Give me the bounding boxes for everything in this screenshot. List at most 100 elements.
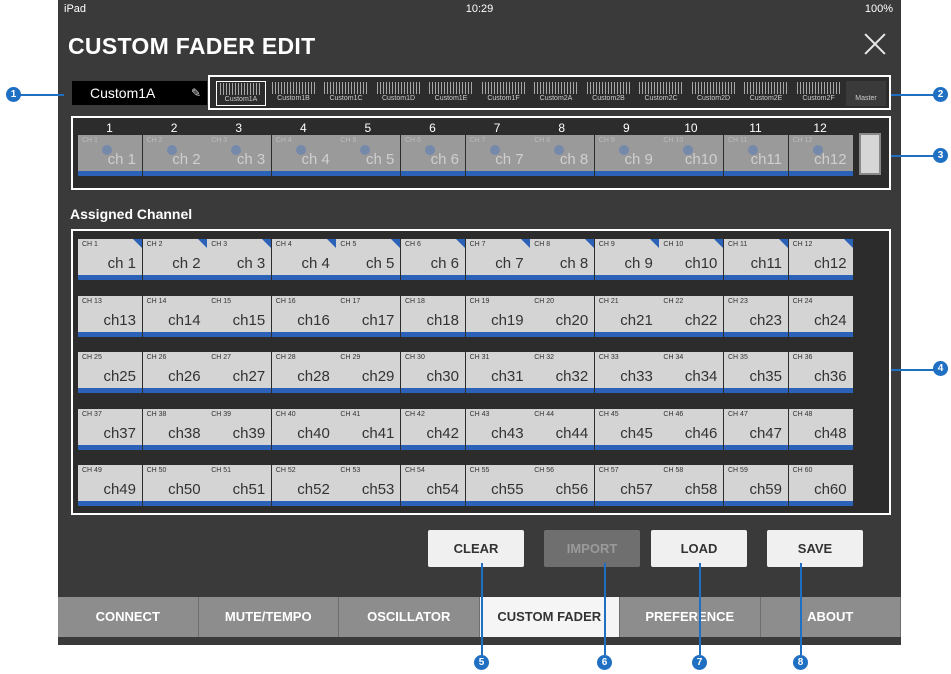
assigned-channel-button[interactable]: CH 25 ch25 xyxy=(78,352,142,393)
assigned-channel-button[interactable]: CH 15 ch15 xyxy=(207,295,272,337)
assigned-channel-button[interactable]: CH 27 ch27 xyxy=(207,352,272,393)
bank-custom2d[interactable]: Custom2D xyxy=(689,81,739,106)
assigned-channel-button[interactable]: CH 8 ch 8 xyxy=(530,239,595,280)
assigned-channel-button[interactable]: CH 19 ch19 xyxy=(465,295,530,337)
assigned-channel-button[interactable]: CH 24 ch24 xyxy=(788,295,853,337)
assigned-channel-button[interactable]: CH 14 ch14 xyxy=(142,295,207,337)
bank-custom2e[interactable]: Custom2E xyxy=(741,81,791,106)
assigned-channel-button[interactable]: CH 39 ch39 xyxy=(207,408,272,450)
assigned-channel-button[interactable]: CH 40 ch40 xyxy=(271,408,336,450)
tab-mute-tempo[interactable]: MUTE/TEMPO xyxy=(199,597,339,637)
assigned-channel-button[interactable]: CH 7 ch 7 xyxy=(465,239,530,280)
assigned-channel-button[interactable]: CH 51 ch51 xyxy=(207,465,272,506)
assigned-channel-button[interactable]: CH 9 ch 9 xyxy=(594,239,659,280)
assigned-channel-button[interactable]: CH 41 ch41 xyxy=(336,408,401,450)
assigned-channel-button[interactable]: CH 16 ch16 xyxy=(271,295,336,337)
fader-channel-button[interactable]: CH 8 ch 8 xyxy=(530,135,595,176)
assigned-channel-button[interactable]: CH 1 ch 1 xyxy=(78,239,142,280)
bank-master[interactable]: Master xyxy=(846,81,886,106)
fader-channel-button[interactable]: CH 10 ch10 xyxy=(659,135,724,176)
assigned-channel-button[interactable]: CH 52 ch52 xyxy=(271,465,336,506)
clear-button[interactable]: CLEAR xyxy=(428,530,524,567)
fader-channel-button[interactable]: CH 4 ch 4 xyxy=(271,135,336,176)
name-field[interactable]: Custom1A ✎ xyxy=(72,81,207,105)
assigned-channel-button[interactable]: CH 23 ch23 xyxy=(724,295,788,337)
fader-channel-button[interactable]: CH 7 ch 7 xyxy=(465,135,530,176)
assigned-channel-button[interactable]: CH 36 ch36 xyxy=(788,352,853,393)
assigned-channel-button[interactable]: CH 55 ch55 xyxy=(465,465,530,506)
assigned-channel-button[interactable]: CH 29 ch29 xyxy=(336,352,401,393)
assigned-channel-button[interactable]: CH 43 ch43 xyxy=(465,408,530,450)
assigned-channel-button[interactable]: CH 18 ch18 xyxy=(401,295,465,337)
assigned-channel-button[interactable]: CH 58 ch58 xyxy=(659,465,724,506)
assigned-channel-button[interactable]: CH 2 ch 2 xyxy=(142,239,207,280)
assigned-channel-button[interactable]: CH 13 ch13 xyxy=(78,295,142,337)
tab-connect[interactable]: CONNECT xyxy=(58,597,199,637)
assigned-channel-button[interactable]: CH 38 ch38 xyxy=(142,408,207,450)
bank-custom2f[interactable]: Custom2F xyxy=(794,81,844,106)
bank-custom2a[interactable]: Custom2A xyxy=(531,81,581,106)
tab-oscillator[interactable]: OSCILLATOR xyxy=(339,597,480,637)
channel-number-label: CH 22 xyxy=(663,297,684,305)
assigned-channel-button[interactable]: CH 56 ch56 xyxy=(530,465,595,506)
assigned-channel-button[interactable]: CH 6 ch 6 xyxy=(401,239,465,280)
bank-custom1e[interactable]: Custom1E xyxy=(426,81,476,106)
bank-custom1c[interactable]: Custom1C xyxy=(321,81,371,106)
assigned-channel-button[interactable]: CH 50 ch50 xyxy=(142,465,207,506)
assigned-channel-button[interactable]: CH 53 ch53 xyxy=(336,465,401,506)
tab-custom-fader[interactable]: CUSTOM FADER xyxy=(479,597,620,637)
bank-custom1a[interactable]: Custom1A xyxy=(216,81,266,106)
assigned-channel-button[interactable]: CH 5 ch 5 xyxy=(336,239,401,280)
tab-preference[interactable]: PREFERENCE xyxy=(620,597,761,637)
assigned-channel-button[interactable]: CH 12 ch12 xyxy=(788,239,853,280)
assigned-channel-button[interactable]: CH 44 ch44 xyxy=(530,408,595,450)
assigned-channel-button[interactable]: CH 57 ch57 xyxy=(594,465,659,506)
assigned-channel-button[interactable]: CH 35 ch35 xyxy=(724,352,788,393)
assigned-channel-button[interactable]: CH 37 ch37 xyxy=(78,408,142,450)
bank-custom2c[interactable]: Custom2C xyxy=(636,81,686,106)
assigned-channel-button[interactable]: CH 3 ch 3 xyxy=(207,239,272,280)
assigned-channel-button[interactable]: CH 10 ch10 xyxy=(659,239,724,280)
assigned-channel-button[interactable]: CH 22 ch22 xyxy=(659,295,724,337)
assigned-channel-button[interactable]: CH 33 ch33 xyxy=(594,352,659,393)
assigned-channel-button[interactable]: CH 31 ch31 xyxy=(465,352,530,393)
close-icon[interactable] xyxy=(863,32,887,56)
fader-channel-button[interactable]: CH 6 ch 6 xyxy=(401,135,465,176)
bank-custom1f[interactable]: Custom1F xyxy=(479,81,529,106)
assigned-channel-button[interactable]: CH 47 ch47 xyxy=(724,408,788,450)
assigned-channel-button[interactable]: CH 54 ch54 xyxy=(401,465,465,506)
save-button[interactable]: SAVE xyxy=(767,530,863,567)
fader-channel-button[interactable]: CH 11 ch11 xyxy=(724,135,788,176)
assigned-channel-button[interactable]: CH 48 ch48 xyxy=(788,408,853,450)
import-button[interactable]: IMPORT xyxy=(544,530,640,567)
assigned-channel-button[interactable]: CH 28 ch28 xyxy=(271,352,336,393)
tab-about[interactable]: ABOUT xyxy=(761,597,901,637)
assigned-channel-button[interactable]: CH 45 ch45 xyxy=(594,408,659,450)
load-button[interactable]: LOAD xyxy=(651,530,747,567)
assigned-channel-button[interactable]: CH 26 ch26 xyxy=(142,352,207,393)
bank-custom1b[interactable]: Custom1B xyxy=(269,81,319,106)
assigned-channel-button[interactable]: CH 17 ch17 xyxy=(336,295,401,337)
pencil-icon[interactable]: ✎ xyxy=(191,86,201,100)
fader-channel-button[interactable]: CH 9 ch 9 xyxy=(594,135,659,176)
fader-channel-button[interactable]: CH 1 ch 1 xyxy=(78,135,142,176)
fader-channel-button[interactable]: CH 3 ch 3 xyxy=(207,135,272,176)
bank-custom1d[interactable]: Custom1D xyxy=(374,81,424,106)
bank-custom2b[interactable]: Custom2B xyxy=(584,81,634,106)
assigned-channel-button[interactable]: CH 60 ch60 xyxy=(788,465,853,506)
assigned-channel-button[interactable]: CH 59 ch59 xyxy=(724,465,788,506)
assigned-channel-button[interactable]: CH 11 ch11 xyxy=(724,239,788,280)
assigned-channel-button[interactable]: CH 46 ch46 xyxy=(659,408,724,450)
fader-channel-button[interactable]: CH 12 ch12 xyxy=(788,135,853,176)
fader-channel-button[interactable]: CH 5 ch 5 xyxy=(336,135,401,176)
assigned-channel-button[interactable]: CH 4 ch 4 xyxy=(271,239,336,280)
fader-channel-button[interactable]: CH 2 ch 2 xyxy=(142,135,207,176)
assigned-channel-button[interactable]: CH 20 ch20 xyxy=(530,295,595,337)
assigned-channel-button[interactable]: CH 34 ch34 xyxy=(659,352,724,393)
assigned-channel-button[interactable]: CH 49 ch49 xyxy=(78,465,142,506)
assigned-channel-button[interactable]: CH 30 ch30 xyxy=(401,352,465,393)
scroll-handle[interactable] xyxy=(859,133,881,175)
assigned-channel-button[interactable]: CH 21 ch21 xyxy=(594,295,659,337)
assigned-channel-button[interactable]: CH 42 ch42 xyxy=(401,408,465,450)
assigned-channel-button[interactable]: CH 32 ch32 xyxy=(530,352,595,393)
